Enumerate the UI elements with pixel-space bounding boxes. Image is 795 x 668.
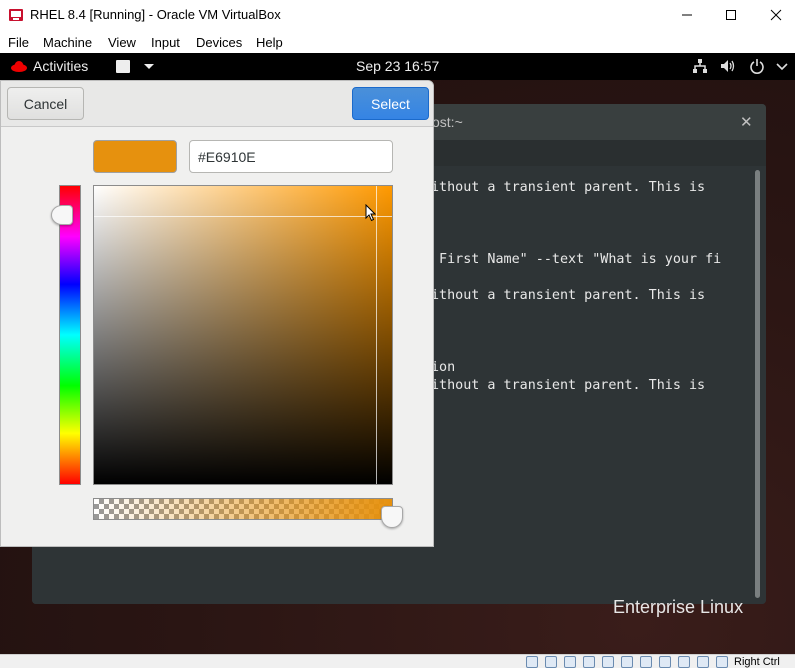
activities-button[interactable]: Activities (33, 58, 88, 74)
mouse-integration-icon[interactable] (697, 656, 709, 668)
minimize-button[interactable] (664, 0, 710, 30)
terminal-scrollbar[interactable] (755, 170, 760, 598)
host-menu-bar: File Machine View Input Devices Help (0, 30, 795, 53)
close-icon (770, 9, 782, 21)
color-chooser-dialog: Cancel Select (0, 80, 434, 547)
alpha-slider[interactable] (93, 498, 393, 520)
app-menu-icon[interactable] (116, 60, 130, 73)
sv-crosshair-vertical (376, 186, 377, 484)
gnome-top-bar: Activities Sep 23 16:57 (0, 53, 795, 80)
shared-folder-icon[interactable] (621, 656, 633, 668)
volume-icon[interactable] (720, 58, 736, 74)
audio-icon[interactable] (564, 656, 576, 668)
redhat-icon (11, 61, 27, 72)
clock[interactable]: Sep 23 16:57 (356, 58, 439, 74)
host-key-label: Right Ctrl (734, 656, 780, 668)
terminal-line: ithout a transient parent. This is (431, 288, 706, 303)
host-window-title: RHEL 8.4 [Running] - Oracle VM VirtualBo… (30, 7, 281, 22)
cancel-button[interactable]: Cancel (7, 87, 84, 120)
mouse-cursor-icon (365, 204, 377, 222)
power-icon[interactable] (749, 58, 765, 74)
chevron-down-icon[interactable] (774, 58, 790, 74)
close-icon[interactable]: ✕ (740, 113, 753, 131)
sv-black-layer (94, 186, 392, 484)
menu-view[interactable]: View (108, 35, 136, 50)
alpha-slider-handle[interactable] (381, 506, 403, 528)
chevron-down-icon[interactable] (144, 64, 154, 69)
menu-input[interactable]: Input (151, 35, 180, 50)
alpha-gradient (94, 499, 392, 519)
host-title-bar: RHEL 8.4 [Running] - Oracle VM VirtualBo… (0, 0, 795, 30)
sv-crosshair-horizontal (94, 216, 392, 217)
virtualbox-app-icon (9, 9, 23, 21)
current-color-swatch[interactable] (93, 140, 177, 173)
optical-drive-icon[interactable] (545, 656, 557, 668)
terminal-line: ithout a transient parent. This is (431, 180, 706, 195)
terminal-line: ithout a transient parent. This is (431, 378, 706, 393)
terminal-title: ost:~ (432, 114, 463, 130)
hue-slider[interactable] (59, 185, 81, 485)
hard-disk-icon[interactable] (526, 656, 538, 668)
select-button[interactable]: Select (352, 87, 429, 120)
saturation-value-plane[interactable] (93, 185, 393, 485)
usb-icon[interactable] (602, 656, 614, 668)
display-icon[interactable] (640, 656, 652, 668)
close-button[interactable] (753, 0, 795, 30)
host-status-bar: Right Ctrl (0, 654, 795, 668)
menu-machine[interactable]: Machine (43, 35, 92, 50)
keyboard-capture-icon[interactable] (716, 656, 728, 668)
vm-display[interactable]: Activities Sep 23 16:57 ost:~ ✕ ithout a… (0, 53, 795, 654)
menu-help[interactable]: Help (256, 35, 283, 50)
maximize-icon (726, 10, 736, 20)
network-icon[interactable] (692, 58, 708, 74)
terminal-line: ion (431, 360, 456, 375)
menu-file[interactable]: File (8, 35, 29, 50)
video-capture-icon[interactable] (659, 656, 671, 668)
maximize-button[interactable] (708, 0, 754, 30)
network-adapter-icon[interactable] (583, 656, 595, 668)
cpu-icon[interactable] (678, 656, 690, 668)
menu-devices[interactable]: Devices (196, 35, 242, 50)
hue-slider-handle[interactable] (51, 205, 73, 225)
minimize-icon (682, 14, 692, 16)
terminal-line: First Name" --text "What is your fi (431, 252, 722, 267)
dialog-header: Cancel Select (1, 81, 433, 127)
desktop-brand-text: Enterprise Linux (613, 597, 744, 617)
hex-color-input[interactable] (189, 140, 393, 173)
